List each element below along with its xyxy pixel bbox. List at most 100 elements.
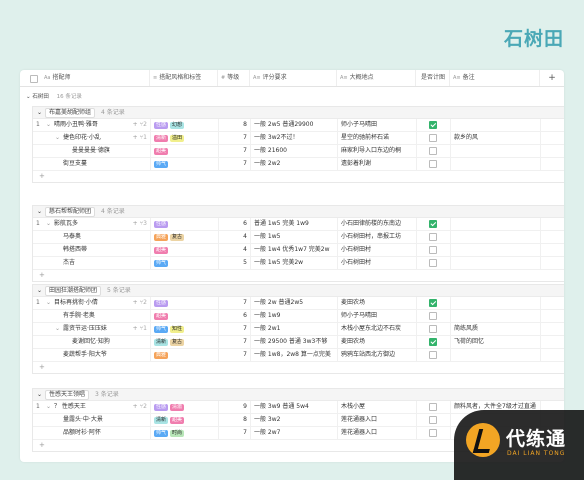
subrecord-count[interactable]: + ⑂3 xyxy=(133,218,147,230)
unchecked-checkbox[interactable] xyxy=(429,258,437,267)
tags-cell[interactable]: 帅气 知性 xyxy=(151,323,219,335)
name-cell[interactable]: 1 ⌄？ 性感天王 + ⑂2 xyxy=(33,401,151,413)
level-cell[interactable]: 8 xyxy=(219,414,251,426)
name-cell[interactable]: 麦蔬帮手·阳大爷 xyxy=(33,349,151,361)
score-cell[interactable]: 一般 3w2不过！ xyxy=(251,132,338,144)
table-row[interactable]: 有手腕·老奥 甜美 6 一般 1w9 师小子马晴田 xyxy=(33,310,564,323)
level-cell[interactable]: 9 xyxy=(219,401,251,413)
group-header[interactable]: ⌄ 田园狂潮搭配师团 5 条记录 xyxy=(33,285,564,297)
tags-cell[interactable]: 甜美 xyxy=(151,310,219,322)
column-header-note[interactable]: A≡ 备注 xyxy=(450,70,540,86)
unchecked-checkbox[interactable] xyxy=(429,350,437,359)
tags-cell[interactable]: 性感 xyxy=(151,218,219,230)
subrecord-count[interactable]: + ⑂2 xyxy=(133,401,147,413)
table-row[interactable]: 街豆支蔓 帅气 7 一般 2w2 遗彭着利谢 xyxy=(33,158,564,171)
score-cell[interactable]: 一般 2w2 xyxy=(251,158,338,170)
name-cell[interactable]: 街豆支蔓 xyxy=(33,158,151,170)
score-cell[interactable]: 一般 1w4 优秀1w7 完美2w xyxy=(251,244,338,256)
note-cell[interactable] xyxy=(451,310,541,322)
column-header-name[interactable]: Aa 搭配师 xyxy=(20,70,150,86)
plus-icon[interactable]: + xyxy=(133,121,138,128)
place-cell[interactable]: 麦田农场 xyxy=(338,297,417,309)
unchecked-checkbox[interactable] xyxy=(429,133,437,142)
column-header-level[interactable]: # 等级 xyxy=(218,70,250,86)
unchecked-checkbox[interactable] xyxy=(429,402,437,411)
checked-cell[interactable] xyxy=(417,427,451,439)
name-cell[interactable]: 1 ⌄ 晴雨小丑鸭·雅哥 + ⑂2 xyxy=(33,119,151,131)
score-cell[interactable]: 一般 1w8，2w8 算一点完美 xyxy=(251,349,338,361)
place-cell[interactable]: 麦田农场 xyxy=(338,336,417,348)
place-cell[interactable]: 小石树田村，串报工坊 xyxy=(338,231,417,243)
note-cell[interactable] xyxy=(451,158,541,170)
score-cell[interactable]: 一般 2w7 xyxy=(251,427,338,439)
score-cell[interactable]: 一般 3w2 xyxy=(251,414,338,426)
column-header-score[interactable]: A≡ 评分要求 xyxy=(250,70,337,86)
table-row[interactable]: 1 ⌄ 晴雨小丑鸭·雅哥 + ⑂2 性感 幻想 8 一般 2w5 普通29900 师小子马晴田 xyxy=(33,119,564,132)
name-cell[interactable]: 杰吉 xyxy=(33,257,151,269)
unchecked-checkbox[interactable] xyxy=(429,415,437,424)
place-cell[interactable]: 遗彭着利谢 xyxy=(338,158,417,170)
group-header[interactable]: ⌄ 布嘉美胡配师组 4 条记录 xyxy=(33,107,564,119)
level-cell[interactable]: 7 xyxy=(219,145,251,157)
checked-cell[interactable] xyxy=(417,218,451,230)
score-cell[interactable]: 一般 2w1 xyxy=(251,323,338,335)
add-record-button[interactable]: + xyxy=(33,171,564,182)
level-cell[interactable]: 7 xyxy=(219,132,251,144)
name-cell[interactable]: 量露头·中·大景 xyxy=(33,414,151,426)
tags-cell[interactable]: 清新 复古 xyxy=(151,336,219,348)
place-cell[interactable]: 木栈小屋东北边不石炭 xyxy=(338,323,417,335)
chevron-down-icon[interactable]: ⌄ xyxy=(46,218,54,230)
level-cell[interactable]: 5 xyxy=(219,257,251,269)
add-record-button[interactable]: + xyxy=(33,362,564,373)
table-row[interactable]: 1 ⌄ 影航瓦多 + ⑂3 性感 6 普通 1w5 完美 1w9 小石田律舫楼的东南边 xyxy=(33,218,564,231)
table-row[interactable]: 杰吉 帅气 5 一般 1w5 完美2w 小石树田村 xyxy=(33,257,564,270)
group-header[interactable]: ⌄ 慈石帮帮配师团 4 条记录 xyxy=(33,206,564,218)
score-cell[interactable]: 一般 2w 普通2w5 xyxy=(251,297,338,309)
checked-cell[interactable] xyxy=(417,401,451,413)
checked-cell[interactable] xyxy=(417,244,451,256)
checked-cell[interactable] xyxy=(417,414,451,426)
place-cell[interactable]: 师小子马晴田 xyxy=(338,119,417,131)
place-cell[interactable]: 木栈小屋 xyxy=(338,401,417,413)
table-row[interactable]: 麦谢回忆·知狗 清新 复古 7 一般 29500 普通 3w3不够 麦田农场 飞荷的回忆 xyxy=(33,336,564,349)
plus-icon[interactable]: + xyxy=(133,299,138,306)
table-row[interactable]: 韩搭西蒂 甜美 4 一般 1w4 优秀1w7 完美2w 小石树田村 xyxy=(33,244,564,257)
place-cell[interactable]: 鸦鸦车站西北方御边 xyxy=(338,349,417,361)
unchecked-checkbox[interactable] xyxy=(429,245,437,254)
level-cell[interactable]: 4 xyxy=(219,231,251,243)
table-row[interactable]: 麦蔬帮手·阳大爷 典雅 7 一般 1w8，2w8 算一点完美 鸦鸦车站西北方御边 xyxy=(33,349,564,362)
name-cell[interactable]: 1 ⌄ 影航瓦多 + ⑂3 xyxy=(33,218,151,230)
tags-cell[interactable]: 帅气 时尚 xyxy=(151,427,219,439)
add-record-button[interactable]: + xyxy=(33,270,564,281)
tags-cell[interactable]: 帅气 xyxy=(151,158,219,170)
chevron-down-icon[interactable]: ⌄ xyxy=(46,297,54,309)
name-cell[interactable]: 韩搭西蒂 xyxy=(33,244,151,256)
plus-icon[interactable]: + xyxy=(133,134,138,141)
unchecked-checkbox[interactable] xyxy=(429,428,437,437)
checked-cell[interactable] xyxy=(417,310,451,322)
plus-icon[interactable]: + xyxy=(133,403,138,410)
note-cell[interactable] xyxy=(451,218,541,230)
level-cell[interactable]: 7 xyxy=(219,349,251,361)
tags-cell[interactable]: 甜美 xyxy=(151,244,219,256)
checked-cell[interactable] xyxy=(417,349,451,361)
checked-cell[interactable] xyxy=(417,145,451,157)
note-cell[interactable]: 飞荷的回忆 xyxy=(451,336,541,348)
level-cell[interactable]: 4 xyxy=(219,244,251,256)
checked-checkbox[interactable] xyxy=(429,219,437,228)
checked-cell[interactable] xyxy=(417,231,451,243)
place-cell[interactable]: 师小子马晴田 xyxy=(338,310,417,322)
level-cell[interactable]: 7 xyxy=(219,158,251,170)
chevron-down-icon[interactable]: ⌄ xyxy=(46,119,54,131)
group-header[interactable]: ⌄ 性感天王领唱 3 条记录 xyxy=(33,389,564,401)
tags-cell[interactable]: 性感 清澈 xyxy=(151,401,219,413)
top-group-header[interactable]: ⌄ 石树田 16 条记录 xyxy=(26,92,82,100)
note-cell[interactable]: 款乡的风 xyxy=(451,132,541,144)
unchecked-checkbox[interactable] xyxy=(429,159,437,168)
tags-cell[interactable]: 典雅 复古 xyxy=(151,231,219,243)
checked-cell[interactable] xyxy=(417,119,451,131)
level-cell[interactable]: 7 xyxy=(219,297,251,309)
checked-cell[interactable] xyxy=(417,323,451,335)
score-cell[interactable]: 一般 2w5 普通29900 xyxy=(251,119,338,131)
column-header-place[interactable]: A≡ 大概地点 xyxy=(337,70,416,86)
